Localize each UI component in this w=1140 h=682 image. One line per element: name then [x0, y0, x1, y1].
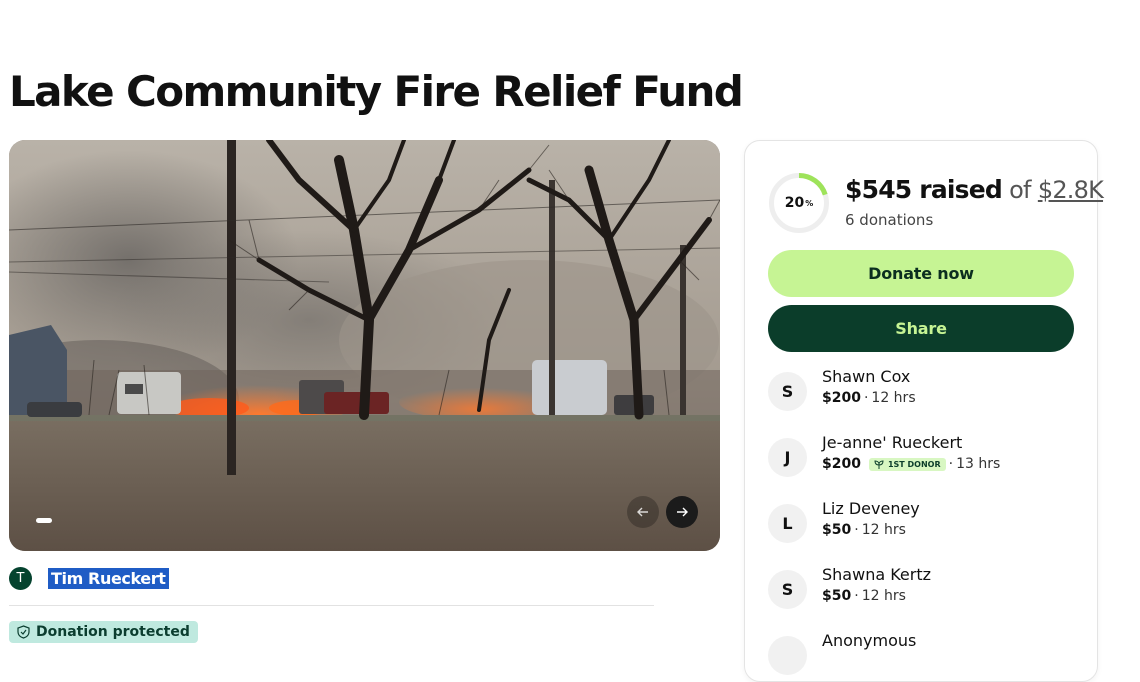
campaign-photo [9, 140, 720, 551]
donor-item: L Liz Deveney $50 · 12 hrs [768, 499, 1078, 547]
donate-now-button[interactable]: Donate now [768, 250, 1074, 297]
donor-item: J Je-anne' Rueckert $200 1ST DONOR · 13 … [768, 433, 1078, 481]
divider [9, 605, 654, 606]
first-donor-badge: 1ST DONOR [868, 457, 946, 471]
donor-avatar: J [768, 438, 807, 477]
amount-raised: $545 raised [845, 175, 1003, 204]
separator-dot: · [948, 456, 954, 472]
separator-dot: · [863, 390, 869, 406]
donor-amount: $50 [822, 522, 852, 538]
donation-count[interactable]: 6 donations [845, 211, 933, 229]
donation-sidebar: 20% $545 raised of $2.8K 6 donations Don… [744, 140, 1104, 682]
donor-avatar: L [768, 504, 807, 543]
share-button[interactable]: Share [768, 305, 1074, 352]
donor-name: Liz Deveney [822, 499, 920, 518]
donor-meta: $200 1ST DONOR · 13 hrs [822, 456, 1000, 472]
separator-dot: · [854, 522, 859, 538]
donor-amount: $200 [822, 456, 861, 472]
donor-avatar [768, 636, 807, 675]
progress-percent-sign: % [805, 198, 814, 208]
arrow-left-icon [637, 507, 649, 517]
donor-time: 12 hrs [861, 588, 906, 604]
donor-meta: $50 · 12 hrs [822, 588, 906, 604]
progress-percent: 20% [767, 171, 831, 235]
progress-percent-value: 20 [784, 195, 805, 211]
organizer-name[interactable]: Tim Rueckert [48, 567, 169, 589]
donor-name: Je-anne' Rueckert [822, 433, 963, 452]
donor-item: Anonymous [768, 631, 1078, 679]
donation-protected-label: Donation protected [36, 624, 190, 640]
donor-time: 12 hrs [871, 390, 916, 406]
donor-meta: $200 · 12 hrs [822, 390, 916, 406]
donor-amount: $50 [822, 588, 852, 604]
shield-icon [17, 625, 30, 639]
donor-avatar: S [768, 372, 807, 411]
donor-time: 13 hrs [956, 456, 1001, 472]
organizer-avatar[interactable]: T [9, 566, 32, 590]
arrow-right-icon [676, 507, 688, 517]
sprout-icon [874, 459, 884, 469]
page-title: Lake Community Fire Relief Fund [9, 67, 744, 116]
separator-dot: · [854, 588, 859, 604]
carousel-next-button[interactable] [666, 496, 698, 528]
goal-amount[interactable]: $2.8K [1038, 176, 1104, 204]
donor-name: Shawna Kertz [822, 565, 932, 584]
first-donor-label: 1ST DONOR [887, 459, 941, 469]
campaign-image-carousel[interactable] [9, 140, 720, 551]
carousel-indicator[interactable] [36, 518, 52, 523]
donor-amount: $200 [822, 390, 861, 406]
donor-item: S Shawn Cox $200 · 12 hrs [768, 367, 1078, 415]
amount-raised-line: $545 raised of $2.8K [845, 175, 1104, 204]
organizer: T Tim Rueckert [9, 566, 169, 590]
donor-item: S Shawna Kertz $50 · 12 hrs [768, 565, 1078, 613]
goal-of-label: of [1009, 176, 1031, 204]
donor-avatar: S [768, 570, 807, 609]
donation-protected-badge[interactable]: Donation protected [9, 621, 198, 643]
carousel-prev-button[interactable] [627, 496, 659, 528]
donor-time: 12 hrs [861, 522, 906, 538]
donor-meta: $50 · 12 hrs [822, 522, 906, 538]
donor-name: Shawn Cox [822, 367, 911, 386]
